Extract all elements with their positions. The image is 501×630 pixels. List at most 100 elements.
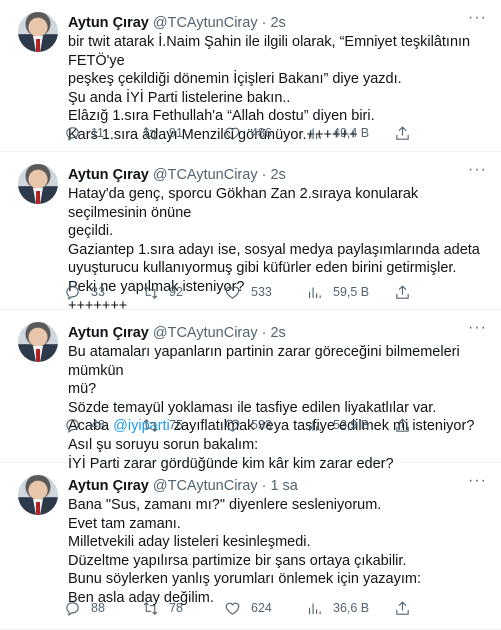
tweet-time[interactable]: 1 sa: [270, 478, 297, 494]
share-button[interactable]: [394, 123, 411, 143]
author-name[interactable]: Aytun Çıray: [68, 325, 149, 341]
views-button[interactable]: 36,6 B: [306, 598, 369, 618]
reply-button[interactable]: 33: [64, 282, 105, 302]
view-count: 36,6 B: [333, 601, 370, 615]
like-count: 533: [251, 285, 272, 299]
author-name[interactable]: Aytun Çıray: [68, 478, 149, 494]
tweet-line: Düzeltme yapılırsa partimize bir şans or…: [68, 552, 407, 569]
reply-count: 48: [91, 418, 105, 432]
views-chart-icon: [308, 420, 321, 431]
tweet-header: Aytun Çıray @TCAytunCiray · 2s: [68, 167, 286, 183]
tweet-line: Milletvekili aday listeleri kesinleşmedi…: [68, 534, 311, 551]
tweet-line: Gaziantep 1.sıra adayı ise, sosyal medya…: [68, 241, 480, 258]
like-count: 486: [251, 126, 272, 140]
tweet-line: Bu atamaları yapanların partinin zarar g…: [68, 344, 460, 379]
retweet-count: 91: [169, 126, 183, 140]
more-options-icon[interactable]: ···: [468, 473, 487, 489]
more-options-icon[interactable]: ···: [468, 10, 487, 26]
avatar[interactable]: [18, 475, 58, 515]
retweet-icon: [143, 418, 158, 432]
retweet-icon: [143, 285, 158, 299]
tweet-actions: 33 92 533 59,5 B: [64, 282, 484, 302]
tweet-actions: 11 91 486 49,4 B: [64, 123, 484, 143]
author-name[interactable]: Aytun Çıray: [68, 167, 149, 183]
reply-count: 11: [91, 126, 104, 140]
reply-count: 33: [91, 285, 105, 299]
view-count: 59,5 B: [333, 285, 370, 299]
share-icon: [396, 600, 409, 615]
reply-icon: [66, 285, 79, 300]
like-button[interactable]: 486: [224, 123, 272, 143]
views-button[interactable]: 59,5 B: [306, 282, 369, 302]
tweet-feed: Aytun Çıray @TCAytunCiray · 2s ··· bir t…: [0, 0, 501, 630]
views-chart-icon: [308, 128, 321, 139]
reply-button[interactable]: 88: [64, 598, 105, 618]
tweet[interactable]: Aytun Çıray @TCAytunCiray · 2s ··· bir t…: [0, 0, 501, 152]
tweet-line: mü?: [68, 381, 97, 398]
author-handle[interactable]: @TCAytunCiray: [153, 478, 258, 494]
tweet-line: Evet tam zamanı.: [68, 515, 181, 532]
avatar[interactable]: [18, 164, 58, 204]
avatar[interactable]: [18, 12, 58, 52]
tweet-actions: 88 78 624 36,6 B: [64, 598, 484, 618]
tweet[interactable]: Aytun Çıray @TCAytunCiray · 2s ··· Bu at…: [0, 310, 501, 472]
like-button[interactable]: 533: [224, 415, 272, 435]
heart-icon: [225, 419, 240, 432]
tweet-line: Bana "Sus, zamanı mı?" diyenlere sesleni…: [68, 497, 382, 513]
share-button[interactable]: [394, 415, 411, 435]
like-count: 624: [251, 601, 272, 615]
tweet[interactable]: Aytun Çıray @TCAytunCiray · 1 sa ··· Ban…: [0, 463, 501, 630]
share-button[interactable]: [394, 598, 411, 618]
tweet-line: Bunu söylerken yanlış yorumları önlemek …: [68, 571, 421, 588]
retweet-button[interactable]: 78: [142, 598, 183, 618]
share-icon: [396, 417, 409, 432]
retweet-count: 92: [169, 285, 183, 299]
reply-icon: [66, 418, 79, 433]
like-count: 533: [251, 418, 272, 432]
tweet-header: Aytun Çıray @TCAytunCiray · 2s: [68, 15, 286, 31]
retweet-count: 78: [169, 601, 183, 615]
share-button[interactable]: [394, 282, 411, 302]
avatar[interactable]: [18, 322, 58, 362]
tweet-time[interactable]: 2s: [270, 167, 285, 183]
tweet-header: Aytun Çıray @TCAytunCiray · 2s: [68, 325, 286, 341]
tweet-time[interactable]: 2s: [270, 325, 285, 341]
reply-icon: [66, 126, 79, 141]
retweet-button[interactable]: 91: [142, 123, 183, 143]
retweet-icon: [143, 126, 158, 140]
tweet-header: Aytun Çıray @TCAytunCiray · 1 sa: [68, 478, 298, 494]
more-options-icon[interactable]: ···: [468, 162, 487, 178]
author-handle[interactable]: @TCAytunCiray: [153, 167, 258, 183]
reply-icon: [66, 601, 79, 616]
author-handle[interactable]: @TCAytunCiray: [153, 15, 258, 31]
tweet-line: peşkeş çekildiği dönemin İçişleri Bakanı…: [68, 71, 402, 88]
view-count: 53,9 B: [333, 418, 370, 432]
views-chart-icon: [308, 603, 321, 614]
tweet[interactable]: Aytun Çıray @TCAytunCiray · 2s ··· Hatay…: [0, 152, 501, 314]
views-chart-icon: [308, 287, 321, 298]
tweet-text: Bu atamaları yapanların partinin zarar g…: [68, 343, 488, 473]
author-handle[interactable]: @TCAytunCiray: [153, 325, 258, 341]
views-button[interactable]: 53,9 B: [306, 415, 369, 435]
retweet-count: 75: [169, 418, 183, 432]
heart-icon: [225, 127, 240, 140]
retweet-icon: [143, 601, 158, 615]
tweet-line: Hatay'da genç, sporcu Gökhan Zan 2.sıray…: [68, 186, 419, 221]
tweet-time[interactable]: 2s: [270, 15, 285, 31]
author-name[interactable]: Aytun Çıray: [68, 15, 149, 31]
reply-button[interactable]: 11: [64, 123, 104, 143]
tweet-line: Asıl şu soruyu sorun bakalım:: [68, 436, 259, 453]
like-button[interactable]: 533: [224, 282, 272, 302]
reply-button[interactable]: 48: [64, 415, 105, 435]
heart-icon: [225, 602, 240, 615]
tweet-line: uyuşturucu kullanıyormuş gibi küfürler e…: [68, 260, 457, 277]
view-count: 49,4 B: [333, 126, 370, 140]
retweet-button[interactable]: 75: [142, 415, 183, 435]
tweet-line: Şu anda İYİ Parti listelerine bakın..: [68, 89, 291, 106]
retweet-button[interactable]: 92: [142, 282, 183, 302]
reply-count: 88: [91, 601, 105, 615]
like-button[interactable]: 624: [224, 598, 272, 618]
more-options-icon[interactable]: ···: [468, 320, 487, 336]
views-button[interactable]: 49,4 B: [306, 123, 369, 143]
share-icon: [396, 284, 409, 299]
